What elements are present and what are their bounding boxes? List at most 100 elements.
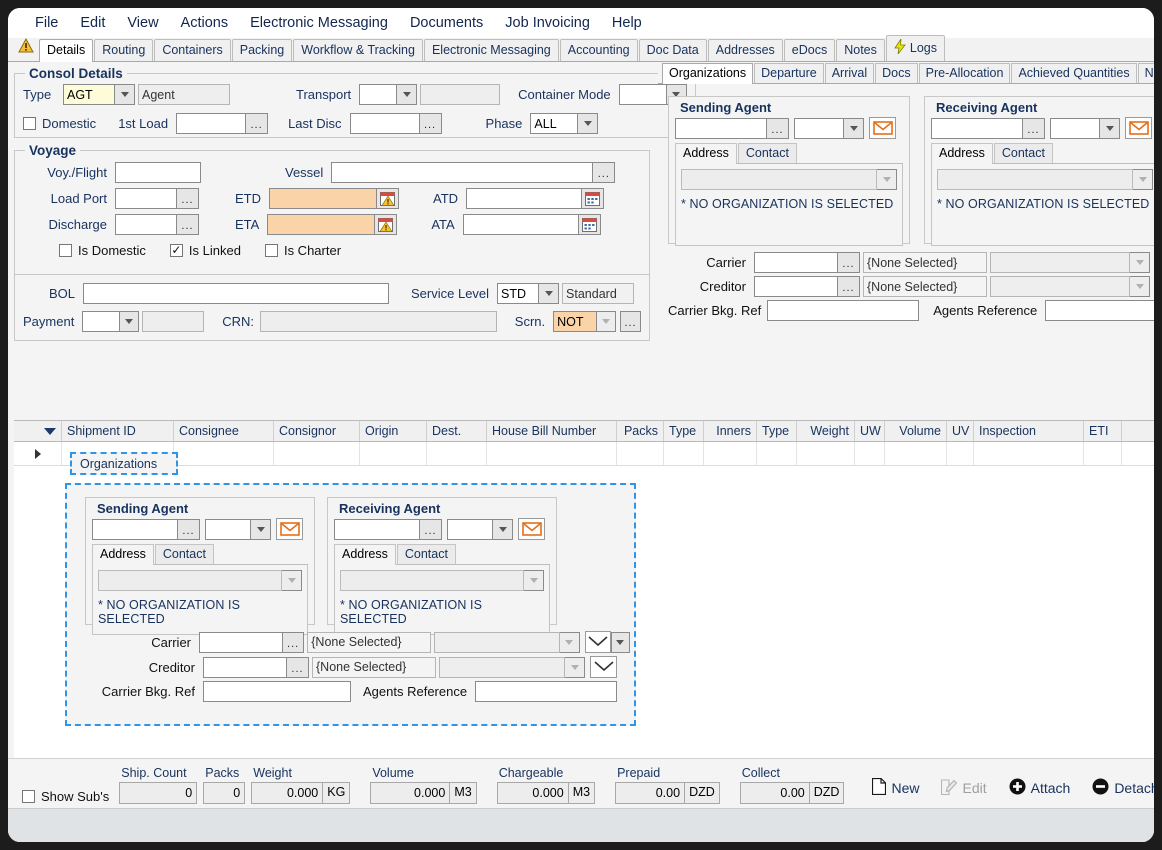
drag-tab-organizations[interactable]: Organizations (70, 452, 178, 475)
new-button[interactable]: New (872, 778, 919, 798)
scrn-input[interactable] (553, 311, 597, 332)
tab-details[interactable]: Details (39, 39, 93, 62)
menu-item-job-invoicing[interactable]: Job Invoicing (494, 12, 601, 34)
drag-agents-reference-input[interactable] (475, 681, 617, 702)
discharge-browse-button[interactable]: ... (177, 214, 199, 235)
calendar-warning-icon[interactable] (375, 214, 397, 235)
receiving-agent-envelope-icon[interactable] (1125, 117, 1152, 139)
domestic-checkbox[interactable] (23, 117, 36, 130)
vessel-browse-button[interactable]: ... (593, 162, 615, 183)
transport-code-input[interactable] (359, 84, 397, 105)
drag-sending-agent-tab-address[interactable]: Address (92, 544, 154, 565)
first-load-browse-button[interactable]: ... (246, 113, 268, 134)
discharge-input[interactable] (115, 214, 177, 235)
agents-reference-input[interactable] (1045, 300, 1154, 321)
voy-flight-input[interactable] (115, 162, 201, 183)
sending-agent-type-input[interactable] (794, 118, 844, 139)
table-row[interactable] (14, 442, 1154, 466)
carrier-bkg-ref-input[interactable] (767, 300, 919, 321)
detach-button[interactable]: Detach (1092, 778, 1154, 798)
tab-packing[interactable]: Packing (232, 39, 292, 61)
phase-dropdown-button[interactable] (578, 113, 598, 134)
drag-carrier-code-input[interactable] (199, 632, 283, 653)
drag-panel-organizations[interactable]: Sending Agent ... Address Contact (65, 483, 636, 726)
drag-carrier-extra-dropdown-button[interactable] (560, 632, 579, 653)
load-port-input[interactable] (115, 188, 177, 209)
receiving-agent-browse-button[interactable]: ... (1023, 118, 1045, 139)
drag-carrier-bkg-ref-input[interactable] (203, 681, 351, 702)
drag-creditor-browse-button[interactable]: ... (287, 657, 309, 678)
carrier-browse-button[interactable]: ... (838, 252, 860, 273)
grid-col-house-bill-number[interactable]: House Bill Number (487, 421, 617, 441)
creditor-extra-dropdown-button[interactable] (1130, 276, 1150, 297)
grid-col-packs[interactable]: Packs (617, 421, 664, 441)
drag-carrier-envelope-icon[interactable] (585, 631, 611, 653)
grid-col-volume[interactable]: Volume (885, 421, 947, 441)
grid-col-origin[interactable]: Origin (360, 421, 427, 441)
tab-workflow-tracking[interactable]: Workflow & Tracking (293, 39, 423, 61)
drag-receiving-agent-tab-address[interactable]: Address (334, 544, 396, 565)
atd-input[interactable] (466, 188, 582, 209)
sending-agent-address-select[interactable] (681, 169, 877, 190)
receiving-agent-type-dropdown-button[interactable] (1100, 118, 1120, 139)
grid-col-dest[interactable]: Dest. (427, 421, 487, 441)
menu-item-actions[interactable]: Actions (170, 12, 240, 34)
sending-agent-browse-button[interactable]: ... (767, 118, 789, 139)
transport-dropdown-button[interactable] (397, 84, 417, 105)
eta-input[interactable] (267, 214, 375, 235)
rtab-arrival[interactable]: Arrival (825, 63, 874, 83)
edit-button[interactable]: Edit (941, 778, 986, 798)
drag-receiving-agent-code-input[interactable] (334, 519, 420, 540)
etd-input[interactable] (269, 188, 377, 209)
grid-col-eti[interactable]: ETI (1084, 421, 1122, 441)
ata-input[interactable] (463, 214, 579, 235)
tab-electronic-messaging[interactable]: Electronic Messaging (424, 39, 559, 61)
service-level-code-input[interactable] (497, 283, 539, 304)
creditor-browse-button[interactable]: ... (838, 276, 860, 297)
menu-item-file[interactable]: File (24, 12, 69, 34)
drag-receiving-agent-browse-button[interactable]: ... (420, 519, 442, 540)
drag-receiving-agent-address-dropdown-button[interactable] (524, 570, 544, 591)
rtab-departure[interactable]: Departure (754, 63, 824, 83)
is-domestic-checkbox[interactable] (59, 244, 72, 257)
load-port-browse-button[interactable]: ... (177, 188, 199, 209)
menu-item-documents[interactable]: Documents (399, 12, 494, 34)
drag-receiving-agent-tab-contact[interactable]: Contact (397, 544, 456, 564)
sending-agent-tab-address[interactable]: Address (675, 143, 737, 164)
drag-sending-agent-type-dropdown-button[interactable] (251, 519, 271, 540)
phase-input[interactable] (530, 113, 578, 134)
drag-creditor-extra-dropdown-button[interactable] (565, 657, 585, 678)
rtab-organizations[interactable]: Organizations (662, 63, 753, 84)
menu-item-electronic-messaging[interactable]: Electronic Messaging (239, 12, 399, 34)
grid-col-inspection[interactable]: Inspection (974, 421, 1084, 441)
grid-col-consignor[interactable]: Consignor (274, 421, 360, 441)
calendar-icon[interactable] (579, 214, 601, 235)
payment-dropdown-button[interactable] (120, 311, 139, 332)
rtab-notices[interactable]: N (1138, 63, 1154, 83)
tab-accounting[interactable]: Accounting (560, 39, 638, 61)
grid-col-shipment-id[interactable]: Shipment ID (62, 421, 174, 441)
receiving-agent-tab-address[interactable]: Address (931, 143, 993, 164)
service-level-dropdown-button[interactable] (539, 283, 559, 304)
carrier-extra-dropdown-button[interactable] (1130, 252, 1150, 273)
drag-sending-agent-envelope-icon[interactable] (276, 518, 303, 540)
drag-receiving-agent-type-input[interactable] (447, 519, 493, 540)
drag-creditor-code-input[interactable] (203, 657, 287, 678)
sending-agent-code-input[interactable] (675, 118, 767, 139)
drag-receiving-agent-envelope-icon[interactable] (518, 518, 545, 540)
drag-sending-agent-address-select[interactable] (98, 570, 282, 591)
vessel-input[interactable] (331, 162, 593, 183)
grid-col-inners-type[interactable]: Type (757, 421, 797, 441)
tab-edocs[interactable]: eDocs (784, 39, 835, 61)
drag-sending-agent-browse-button[interactable]: ... (178, 519, 200, 540)
grid-col-weight[interactable]: Weight (797, 421, 855, 441)
drag-sending-agent-address-dropdown-button[interactable] (282, 570, 302, 591)
payment-code-input[interactable] (82, 311, 120, 332)
menu-item-help[interactable]: Help (601, 12, 653, 34)
drag-sending-agent-code-input[interactable] (92, 519, 178, 540)
bol-input[interactable] (83, 283, 389, 304)
receiving-agent-type-input[interactable] (1050, 118, 1100, 139)
is-charter-checkbox[interactable] (265, 244, 278, 257)
grid-col-uv[interactable]: UV (947, 421, 974, 441)
rtab-achieved-quantities[interactable]: Achieved Quantities (1011, 63, 1136, 83)
